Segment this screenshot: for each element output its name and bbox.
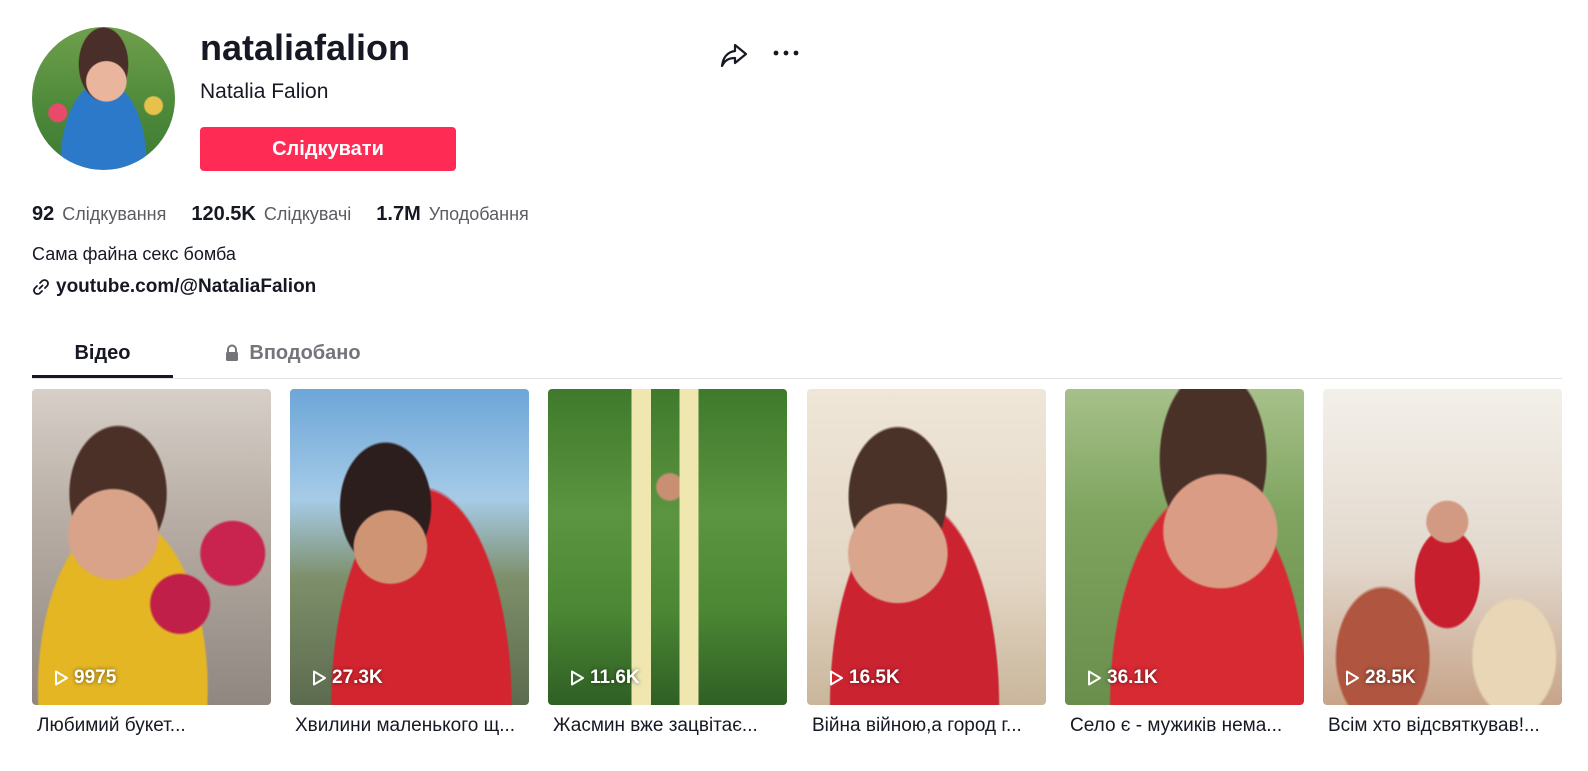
view-count: 27.3K <box>310 667 383 689</box>
profile-bio: Сама файна секс бомба <box>32 244 236 264</box>
video-caption[interactable]: Хвилини маленького щ... <box>290 714 529 738</box>
video-card[interactable]: 16.5K <box>807 389 1046 705</box>
view-count-text: 27.3K <box>332 667 383 688</box>
tab-videos[interactable]: Відео <box>32 328 173 378</box>
stat-value: 120.5K <box>191 202 256 225</box>
video-caption[interactable]: Жасмин вже зацвітає... <box>548 714 787 738</box>
play-icon <box>313 670 326 686</box>
view-count-text: 11.6K <box>590 667 640 688</box>
video-card[interactable]: 9975 <box>32 389 271 705</box>
play-icon <box>571 670 584 686</box>
play-icon <box>1346 670 1359 686</box>
video-caption[interactable]: Любимий букет... <box>32 714 271 738</box>
active-tab-indicator <box>32 375 173 378</box>
view-count-text: 36.1K <box>1107 667 1158 688</box>
play-icon <box>55 670 68 686</box>
view-count: 9975 <box>52 667 116 689</box>
profile-stats: 92 Слідкування 120.5K Слідкувачі 1.7M Уп… <box>32 200 554 228</box>
lock-icon <box>226 344 239 361</box>
video-card[interactable]: 36.1K <box>1065 389 1304 705</box>
link-icon <box>33 279 49 295</box>
more-icon[interactable] <box>771 38 801 68</box>
video-caption[interactable]: Село є - мужиків нема... <box>1065 714 1304 738</box>
following-stat[interactable]: 92 Слідкування <box>32 203 166 226</box>
video-caption[interactable]: Всім хто відсвяткував!... <box>1323 714 1562 738</box>
view-count-text: 28.5K <box>1365 667 1416 688</box>
view-count: 11.6K <box>568 667 640 689</box>
view-count-text: 16.5K <box>849 667 900 688</box>
stat-label: Уподобання <box>428 203 529 224</box>
play-icon <box>830 670 843 686</box>
profile-link[interactable]: youtube.com/@NataliaFalion <box>32 276 316 298</box>
profile-tabs: Відео Вподобано <box>32 328 1562 379</box>
stat-value: 92 <box>32 202 55 225</box>
view-count-text: 9975 <box>74 667 117 688</box>
view-count: 28.5K <box>1343 667 1416 689</box>
video-card[interactable]: 27.3K <box>290 389 529 705</box>
video-card[interactable]: 28.5K <box>1323 389 1562 705</box>
profile-avatar[interactable] <box>32 27 175 170</box>
tab-label: Вподобано <box>249 341 361 364</box>
likes-stat: 1.7M Уподобання <box>376 203 529 226</box>
tab-label: Відео <box>74 341 131 364</box>
share-icon[interactable] <box>719 40 749 70</box>
stat-value: 1.7M <box>376 202 421 225</box>
video-caption[interactable]: Війна війною,а город г... <box>807 714 1046 738</box>
follow-button[interactable]: Слідкувати <box>200 127 456 171</box>
video-card[interactable]: 11.6K <box>548 389 787 705</box>
view-count: 16.5K <box>827 667 900 689</box>
tab-liked[interactable]: Вподобано <box>212 328 372 378</box>
stat-label: Слідкувачі <box>263 203 352 224</box>
nickname: Natalia Falion <box>200 80 329 103</box>
stat-label: Слідкування <box>62 203 167 224</box>
profile-link-text: youtube.com/@NataliaFalion <box>56 276 317 297</box>
username: nataliafalion <box>200 27 411 68</box>
view-count: 36.1K <box>1085 667 1158 689</box>
followers-stat[interactable]: 120.5K Слідкувачі <box>191 203 351 226</box>
play-icon <box>1088 670 1101 686</box>
